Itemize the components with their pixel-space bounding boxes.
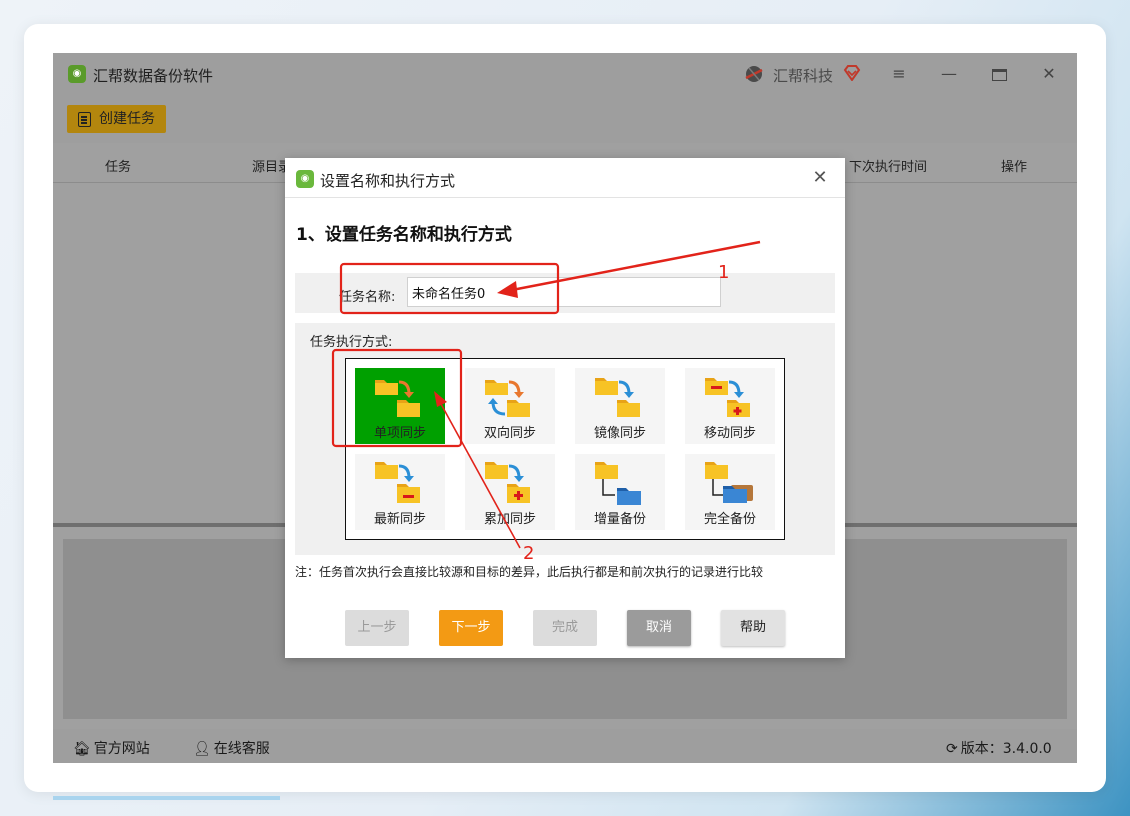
next-step-button[interactable]: 下一步	[439, 610, 503, 646]
full-backup-icon	[705, 462, 753, 503]
header-next-run: 下次执行时间	[849, 160, 928, 175]
status-bar: 🏠︎ 官方网站 👤︎ 在线客服 ⟳ 版本：3.4.0.0	[53, 729, 1077, 763]
brand-name: 汇帮科技	[773, 67, 834, 85]
dialog-title: 设置名称和执行方式	[320, 172, 456, 190]
menu-icon[interactable]: ≡	[886, 63, 912, 85]
mode-move-sync[interactable]: 移动同步	[685, 368, 775, 444]
two-way-sync-icon	[485, 380, 530, 417]
execution-mode-panel: 任务执行方式: 单项同步 双向同步 镜像同步 移动同步 最新同步 累加同步 增量…	[295, 323, 835, 555]
mode-label: 增量备份	[593, 512, 646, 527]
latest-sync-icon	[375, 462, 420, 503]
mode-label: 累加同步	[483, 512, 536, 527]
mode-label: 双向同步	[483, 426, 536, 441]
mode-label: 完全备份	[703, 512, 756, 527]
support-link[interactable]: 👤︎ 在线客服	[193, 738, 270, 758]
minimize-icon[interactable]: —	[936, 63, 962, 85]
vip-diamond-icon[interactable]	[843, 65, 861, 81]
mode-label: 镜像同步	[593, 426, 646, 441]
mode-mirror-sync[interactable]: 镜像同步	[575, 368, 665, 444]
annotation-marker-2: 2	[523, 543, 535, 564]
section-title: 1、设置任务名称和执行方式	[296, 225, 512, 245]
dialog-header: ◉ 设置名称和执行方式 ✕	[285, 158, 845, 198]
website-link[interactable]: 🏠︎ 官方网站	[73, 738, 150, 758]
home-icon: 🏠︎	[73, 741, 91, 757]
task-name-label: 任务名称:	[339, 290, 396, 305]
version-info[interactable]: ⟳ 版本：3.4.0.0	[946, 738, 1052, 758]
toolbar: 创建任务	[53, 97, 1077, 143]
mirror-sync-icon	[595, 378, 640, 417]
create-task-label: 创建任务	[99, 111, 155, 127]
finish-button[interactable]: 完成	[533, 610, 597, 646]
execution-mode-grid: 单项同步 双向同步 镜像同步 移动同步 最新同步 累加同步 增量备份 完全备份	[345, 358, 785, 540]
previous-step-button[interactable]: 上一步	[345, 610, 409, 646]
dialog-logo-icon: ◉	[296, 170, 314, 188]
support-agent-icon: 👤︎	[193, 741, 211, 757]
cancel-button[interactable]: 取消	[627, 610, 691, 646]
header-actions: 操作	[1001, 160, 1028, 175]
cumulative-sync-icon	[485, 462, 530, 503]
help-button[interactable]: 帮助	[721, 610, 785, 646]
task-name-input[interactable]	[407, 277, 721, 307]
header-task: 任务	[105, 160, 132, 175]
execution-mode-label: 任务执行方式:	[310, 335, 393, 350]
mode-label: 单项同步	[373, 426, 426, 441]
brand-logo-icon	[745, 66, 763, 82]
task-name-panel: 任务名称:	[295, 273, 835, 313]
mode-two-way-sync[interactable]: 双向同步	[465, 368, 555, 444]
title-bar: ◉ 汇帮数据备份软件 汇帮科技 ≡ — ✕	[53, 53, 1077, 97]
mode-one-way-sync[interactable]: 单项同步	[355, 368, 445, 444]
maximize-icon[interactable]	[986, 63, 1012, 85]
decorative-line	[53, 796, 280, 800]
mode-label: 移动同步	[703, 426, 756, 441]
close-icon[interactable]: ✕	[1036, 63, 1062, 85]
mode-full-backup[interactable]: 完全备份	[685, 454, 775, 530]
document-icon	[78, 112, 91, 127]
incremental-backup-icon	[595, 462, 641, 505]
mode-incremental-backup[interactable]: 增量备份	[575, 454, 665, 530]
create-task-button[interactable]: 创建任务	[67, 105, 166, 133]
app-logo-icon: ◉	[68, 65, 86, 83]
mode-label: 最新同步	[373, 512, 426, 527]
mode-note: 注：任务首次执行会直接比较源和目标的差异，此后执行都是和前次执行的记录进行比较	[295, 565, 764, 579]
dialog-close-icon[interactable]: ✕	[809, 167, 831, 189]
mode-latest-sync[interactable]: 最新同步	[355, 454, 445, 530]
one-way-sync-icon	[375, 380, 420, 417]
task-setup-dialog: ◉ 设置名称和执行方式 ✕ 1、设置任务名称和执行方式 任务名称: 任务执行方式…	[285, 158, 845, 658]
mode-cumulative-sync[interactable]: 累加同步	[465, 454, 555, 530]
refresh-icon: ⟳	[946, 741, 958, 757]
move-sync-icon	[705, 378, 750, 417]
app-title: 汇帮数据备份软件	[93, 67, 214, 85]
annotation-marker-1: 1	[718, 262, 730, 283]
